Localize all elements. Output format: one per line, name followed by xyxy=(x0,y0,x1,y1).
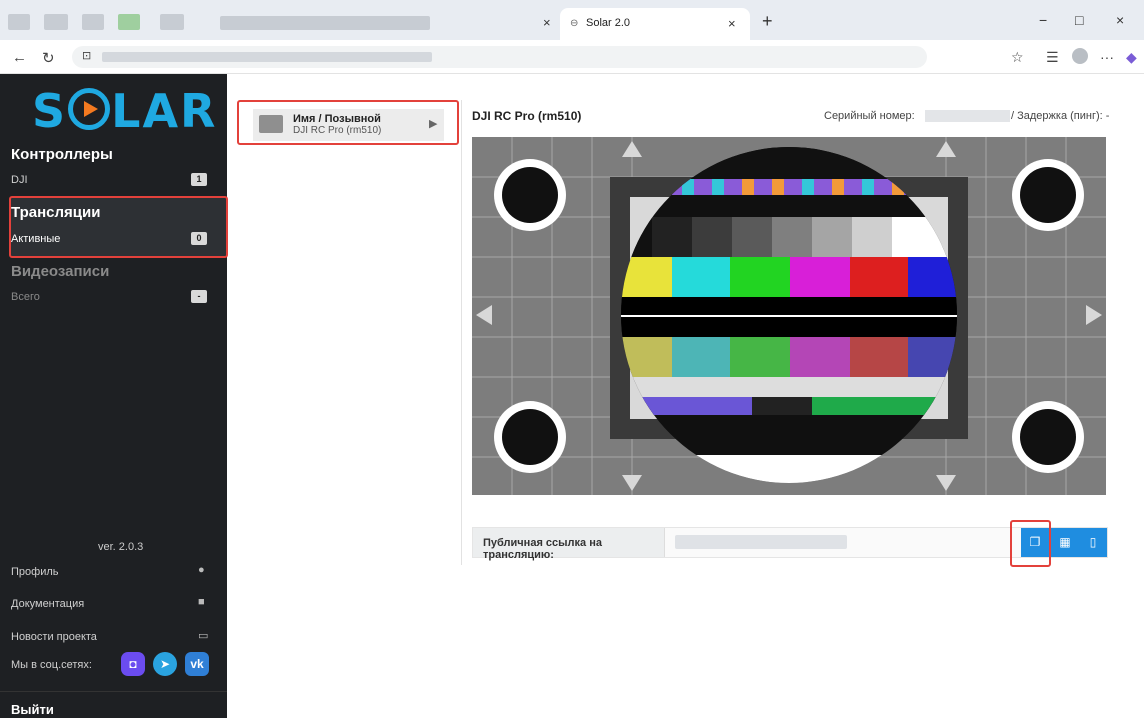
stream-device: DJI RC Pro (rm510) xyxy=(293,125,382,136)
serial-label: Серийный номер: xyxy=(824,110,915,122)
blurred-tab-icon xyxy=(160,14,184,30)
tab-title: Solar 2.0 xyxy=(586,17,631,29)
reload-icon[interactable]: ↻ xyxy=(42,49,55,67)
profile-avatar-icon[interactable] xyxy=(1072,48,1088,64)
maximize-button[interactable]: □ xyxy=(1075,12,1083,28)
blurred-tab-icon xyxy=(118,14,140,30)
stream-list-item[interactable]: Имя / Позывной DJI RC Pro (rm510) ▶ xyxy=(237,100,459,145)
controllers-dji-item[interactable]: DJI xyxy=(11,174,28,186)
menu-profile[interactable]: Профиль xyxy=(11,566,59,578)
ping-label: / Задержка (пинг): - xyxy=(1011,110,1110,122)
public-link-label: Публичная ссылка на трансляцию: xyxy=(473,528,665,561)
stream-thumbnail xyxy=(259,115,283,133)
browser-tab-bar: × ⊖ Solar 2.0 × + − □ × xyxy=(0,0,1144,40)
newspaper-icon: ▭ xyxy=(198,630,209,642)
document-icon: ■ xyxy=(198,596,205,608)
solar-logo[interactable]: S LAR xyxy=(32,84,217,138)
copilot-icon[interactable]: ◆ xyxy=(1126,49,1137,66)
app-version: ver. 2.0.3 xyxy=(98,541,144,553)
menu-docs[interactable]: Документация xyxy=(11,598,84,610)
streams-title[interactable]: Трансляции xyxy=(11,204,100,221)
logo-text: LAR xyxy=(111,84,218,138)
mobile-icon: ▯ xyxy=(1089,535,1097,549)
close-tab-icon[interactable]: × xyxy=(728,16,736,31)
streams-active-item[interactable]: Активные xyxy=(11,233,60,245)
video-test-pattern[interactable] xyxy=(472,137,1106,495)
player-title: DJI RC Pro (rm510) xyxy=(472,109,582,123)
mobile-button[interactable]: ▯ xyxy=(1079,528,1107,557)
recordings-title[interactable]: Видеозаписи xyxy=(11,263,109,280)
blurred-tab-icon xyxy=(82,14,104,30)
minimize-button[interactable]: − xyxy=(1039,12,1047,28)
streams-count-badge: 0 xyxy=(191,232,207,245)
play-icon[interactable]: ▶ xyxy=(429,117,437,130)
qr-code-button[interactable]: ▦ xyxy=(1051,528,1079,557)
back-icon[interactable]: ← xyxy=(12,49,27,66)
serial-value-blurred xyxy=(925,110,1010,122)
logout-button[interactable]: Выйти xyxy=(11,702,54,717)
close-window-button[interactable]: × xyxy=(1116,12,1124,28)
site-info-icon[interactable]: ⊡ xyxy=(82,49,91,62)
telegram-icon[interactable]: ➤ xyxy=(153,652,177,676)
public-link-value[interactable] xyxy=(675,535,847,549)
blurred-tab-icon xyxy=(44,14,68,30)
favorites-list-icon[interactable]: ☰ xyxy=(1046,49,1059,66)
menu-news[interactable]: Новости проекта xyxy=(11,631,97,643)
menu-social-label: Мы в соц.сетях: xyxy=(11,659,92,671)
blurred-tab-title xyxy=(220,16,430,30)
link-icon: ⊖ xyxy=(570,18,579,29)
max-messenger-icon[interactable]: ◘ xyxy=(121,652,145,676)
user-icon: ● xyxy=(198,564,205,576)
qr-code-icon: ▦ xyxy=(1059,535,1071,549)
url-field[interactable]: ⊡ xyxy=(72,46,927,68)
tab-solar[interactable]: ⊖ Solar 2.0 × xyxy=(560,8,750,40)
new-tab-button[interactable]: + xyxy=(762,11,773,32)
divider xyxy=(0,691,227,692)
more-menu-icon[interactable]: ··· xyxy=(1100,49,1114,65)
vk-icon[interactable]: vk xyxy=(185,652,209,676)
stream-card-body: Имя / Позывной DJI RC Pro (rm510) ▶ xyxy=(253,109,444,141)
controllers-count-badge: 1 xyxy=(191,173,207,186)
sidebar: S LAR Контроллеры DJI 1 Трансляции Активн… xyxy=(0,74,228,718)
favorite-star-icon[interactable]: ☆ xyxy=(1011,49,1024,66)
stream-name: Имя / Позывной xyxy=(293,113,381,125)
copy-button-highlight xyxy=(1010,520,1051,567)
address-bar: ← ↻ ⊡ ☆ ☰ ··· ◆ xyxy=(0,40,1144,74)
logo-play-icon xyxy=(68,88,111,130)
recordings-total-item[interactable]: Всего xyxy=(11,291,40,303)
blurred-tab-icon xyxy=(8,14,30,30)
blurred-url xyxy=(102,52,432,62)
controllers-title: Контроллеры xyxy=(11,146,113,163)
recordings-count-badge: - xyxy=(191,290,207,303)
close-tab-icon[interactable]: × xyxy=(543,15,551,30)
logo-text: S xyxy=(32,84,68,138)
divider xyxy=(461,100,462,565)
